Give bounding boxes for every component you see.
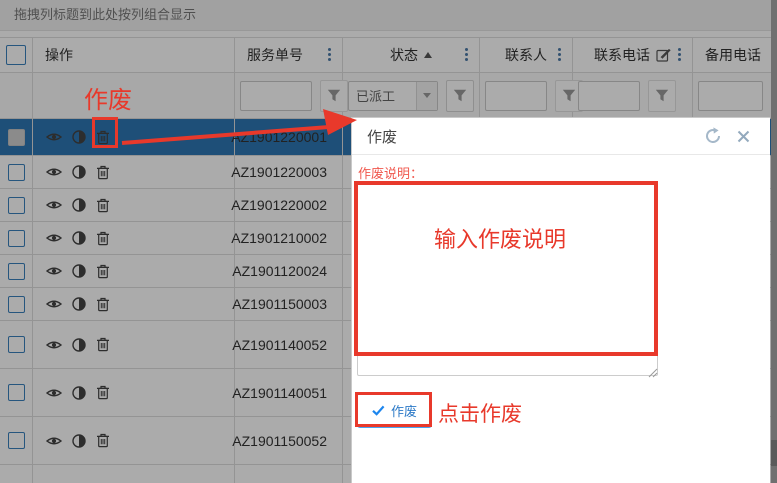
check-icon [372, 405, 385, 416]
void-confirm-button[interactable]: 作废 [357, 393, 432, 428]
dialog-header: 作废 [352, 118, 770, 155]
void-reason-textarea[interactable] [357, 182, 658, 376]
void-dialog: 作废 作废说明： 作废 [351, 117, 770, 483]
void-button-label: 作废 [391, 401, 417, 420]
dialog-title: 作废 [352, 126, 397, 147]
refresh-icon[interactable] [704, 127, 722, 150]
grid-page: 拖拽列标题到此处按列组合显示 操作 服务单号 状态 联系人 [0, 0, 777, 483]
close-icon[interactable] [737, 130, 750, 148]
void-reason-label: 作废说明： [358, 163, 423, 182]
